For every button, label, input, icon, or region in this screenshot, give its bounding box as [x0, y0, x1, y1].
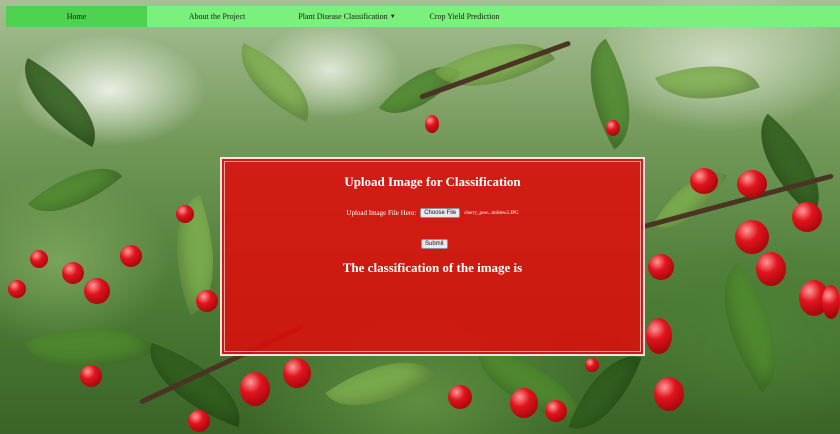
- nav-home[interactable]: Home: [6, 6, 147, 27]
- classification-result: The classification of the image is: [342, 260, 523, 275]
- upload-row: Upload Image File Here: Choose File cher…: [222, 208, 643, 218]
- nav-plant-disease-label: Plant Disease Classification: [298, 12, 388, 21]
- panel-title: Upload Image for Classification: [344, 174, 521, 189]
- selected-file-name: cherry_pow...mildew2.JPG: [464, 210, 519, 216]
- submit-button[interactable]: Submit: [421, 239, 448, 249]
- nav-about[interactable]: About the Project: [147, 6, 287, 27]
- nav-plant-disease-dropdown[interactable]: Plant Disease Classification ▼: [287, 6, 407, 27]
- nav-crop-yield[interactable]: Crop Yield Prediction: [407, 6, 522, 27]
- nav-home-label: Home: [66, 12, 87, 21]
- nav-crop-yield-label: Crop Yield Prediction: [429, 12, 500, 21]
- choose-file-button[interactable]: Choose File: [420, 208, 461, 218]
- caret-down-icon: ▼: [389, 13, 396, 20]
- nav-about-label: About the Project: [188, 12, 246, 21]
- file-label: Upload Image File Here:: [346, 209, 417, 217]
- upload-panel: Upload Image for Classification Upload I…: [220, 157, 645, 356]
- navbar: Home About the Project Plant Disease Cla…: [6, 6, 840, 27]
